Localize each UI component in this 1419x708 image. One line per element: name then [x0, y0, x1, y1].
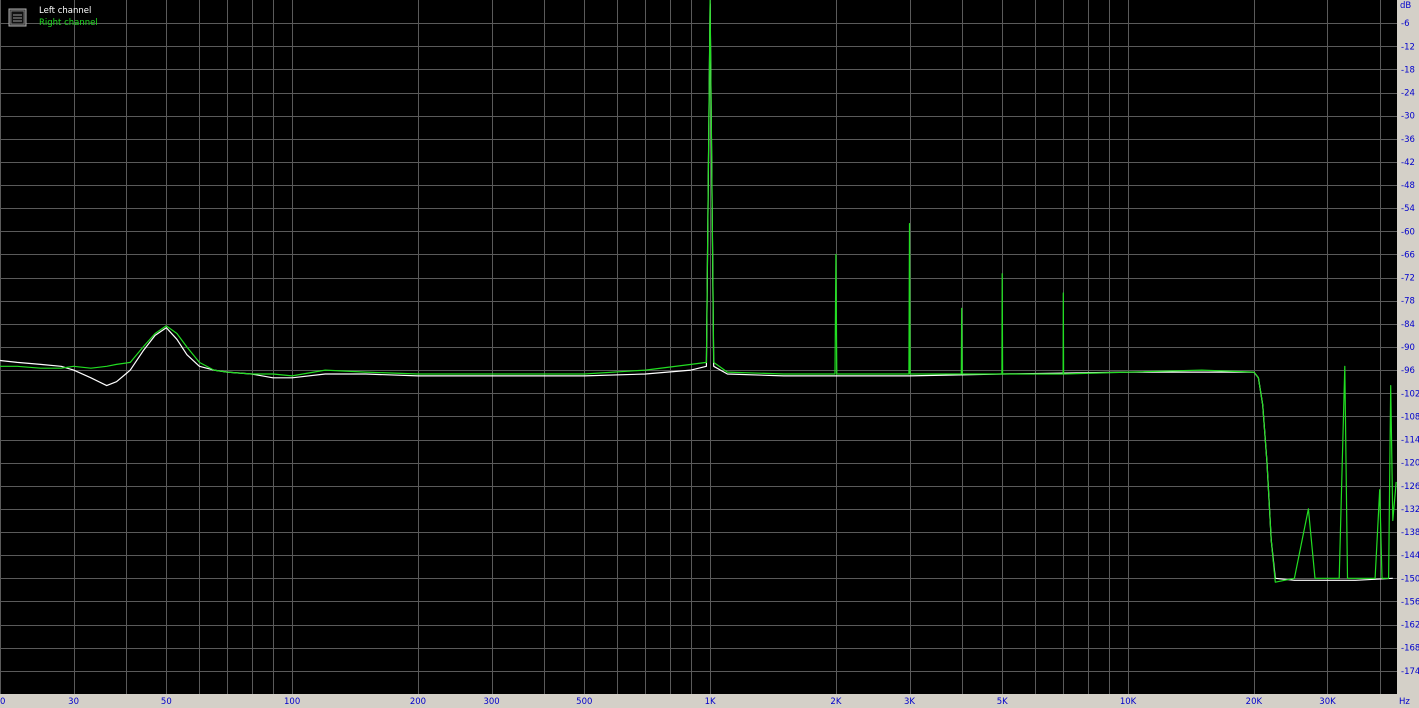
- x-axis-ticks: 20 30 50 100 200 300 500 1K 2K 3K 5K 10K 20K 30K: [0, 697, 1336, 707]
- y-tick-label: -36: [1401, 135, 1415, 145]
- x-tick-label: 300: [483, 697, 499, 707]
- y-tick-label: -168: [1401, 644, 1419, 654]
- y-tick-label: -138: [1401, 528, 1419, 538]
- x-tick-label: 10K: [1120, 697, 1137, 707]
- x-tick-label: 20: [0, 697, 5, 707]
- y-tick-label: -42: [1401, 158, 1415, 168]
- x-tick-label: 3K: [904, 697, 915, 707]
- y-tick-label: -174: [1401, 667, 1419, 677]
- y-tick-label: -120: [1401, 459, 1419, 469]
- y-tick-label: -84: [1401, 320, 1415, 330]
- y-tick-label: -54: [1401, 204, 1415, 214]
- y-axis-ticks: -6 -12 -18 -24 -30 -36 -42 -48 -54 -60 -66 -72 -78 -8…: [1401, 19, 1419, 677]
- x-tick-label: 100: [284, 697, 300, 707]
- x-tick-label: 1K: [705, 697, 716, 707]
- x-tick-label: 500: [576, 697, 592, 707]
- y-tick-label: -60: [1401, 227, 1415, 237]
- y-tick-label: -96: [1401, 366, 1415, 376]
- legend-icon: [8, 8, 27, 27]
- y-tick-label: -108: [1401, 412, 1419, 422]
- x-tick-label: 50: [161, 697, 172, 707]
- y-tick-label: -90: [1401, 343, 1415, 353]
- y-tick-label: -6: [1401, 19, 1409, 29]
- y-tick-label: -12: [1401, 42, 1415, 52]
- x-tick-label: 20K: [1246, 697, 1263, 707]
- spectrum-chart: -6 -12 -18 -24 -30 -36 -42 -48 -54 -60 -66 -72 -78 -8…: [0, 0, 1419, 708]
- y-tick-label: -102: [1401, 389, 1419, 399]
- chart-svg: -6 -12 -18 -24 -30 -36 -42 -48 -54 -60 -66 -72 -78 -8…: [0, 0, 1419, 707]
- y-tick-label: -72: [1401, 274, 1415, 284]
- x-tick-label: 200: [410, 697, 426, 707]
- y-tick-label: -18: [1401, 65, 1415, 75]
- y-tick-label: -144: [1401, 551, 1419, 561]
- x-tick-label: 5K: [997, 697, 1008, 707]
- y-tick-label: -132: [1401, 505, 1419, 515]
- y-tick-label: -126: [1401, 482, 1419, 492]
- y-tick-label: -162: [1401, 621, 1419, 631]
- y-tick-label: -114: [1401, 436, 1419, 446]
- y-tick-label: -48: [1401, 181, 1415, 191]
- x-tick-label: 30K: [1319, 697, 1336, 707]
- y-tick-label: -24: [1401, 89, 1415, 99]
- y-tick-label: -150: [1401, 574, 1419, 584]
- y-tick-label: -30: [1401, 112, 1415, 122]
- x-tick-label: 30: [68, 697, 79, 707]
- y-unit-label: dB: [1400, 1, 1411, 11]
- y-tick-label: -66: [1401, 250, 1415, 260]
- legend-left-channel: Left channel: [39, 6, 91, 16]
- x-unit-label: Hz: [1399, 697, 1410, 707]
- legend-right-channel: Right channel: [39, 18, 98, 28]
- y-tick-label: -156: [1401, 597, 1419, 607]
- y-tick-label: -78: [1401, 297, 1415, 307]
- x-tick-label: 2K: [830, 697, 841, 707]
